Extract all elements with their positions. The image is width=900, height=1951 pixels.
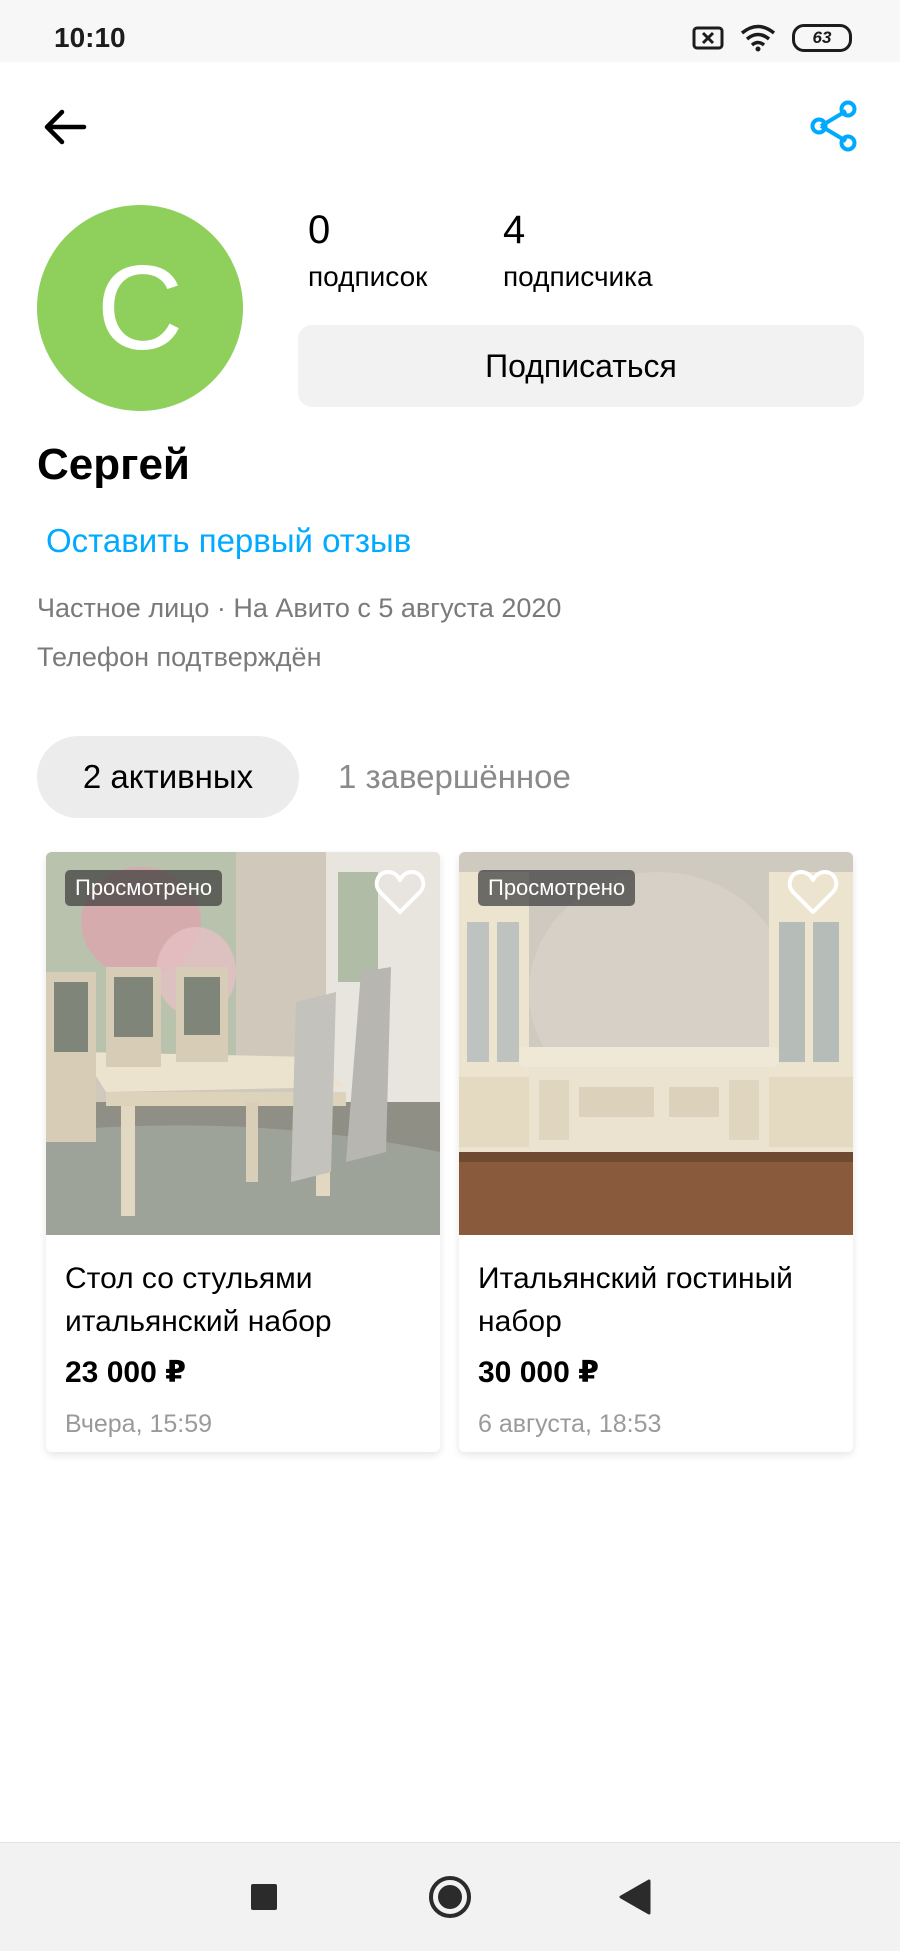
triangle-back-icon[interactable] — [605, 1867, 665, 1927]
viewed-badge: Просмотрено — [478, 870, 636, 906]
subscriptions-count: 0 — [308, 208, 331, 252]
seller-meta: Частное лицо · На Авито с 5 августа 2020 — [37, 593, 562, 623]
heart-outline-icon[interactable] — [374, 868, 426, 916]
leave-review-link[interactable]: Оставить первый отзыв — [46, 522, 411, 560]
status-time: 10:10 — [54, 22, 126, 53]
subscribe-button[interactable]: Подписаться — [298, 325, 864, 407]
listing-image: Просмотрено — [46, 852, 440, 1235]
square-icon[interactable] — [233, 1867, 293, 1927]
listing-price: 30 000 ₽ — [478, 1356, 599, 1389]
status-icons: 63 — [692, 24, 852, 52]
battery-indicator: 63 — [792, 24, 852, 52]
battery-level: 63 — [812, 28, 832, 47]
share-icon[interactable] — [806, 98, 862, 154]
listing-date: 6 августа, 18:53 — [478, 1410, 662, 1438]
listing-price: 23 000 ₽ — [65, 1356, 186, 1389]
status-bar: 10:10 63 — [0, 0, 900, 62]
heart-outline-icon[interactable] — [787, 868, 839, 916]
listing-date: Вчера, 15:59 — [65, 1410, 213, 1438]
listing-title: Итальянский гостиный набор — [478, 1262, 793, 1338]
avatar-letter: С — [96, 241, 184, 375]
avatar: С — [37, 205, 243, 411]
system-nav-bar — [0, 1842, 900, 1951]
followers-count: 4 — [503, 208, 526, 252]
listing-title: Стол со стульями итальянский набор — [65, 1262, 332, 1338]
arrow-left-icon[interactable] — [40, 102, 90, 152]
viewed-badge: Просмотрено — [65, 870, 223, 906]
subscriptions-stat[interactable]: 0 подписок — [308, 208, 427, 293]
followers-label: подписчика — [503, 261, 653, 292]
no-sim-icon — [692, 26, 724, 50]
circle-icon[interactable] — [420, 1867, 480, 1927]
wifi-icon — [740, 24, 776, 52]
listing-image: Просмотрено — [459, 852, 853, 1235]
tab-active-listings[interactable]: 2 активных — [37, 736, 299, 818]
followers-stat[interactable]: 4 подписчика — [503, 208, 653, 293]
subscriptions-label: подписок — [308, 261, 428, 292]
phone-verified-status: Телефон подтверждён — [37, 642, 322, 672]
listing-card[interactable]: Просмотрено Итальянский гостиный набор 3… — [459, 852, 853, 1452]
profile-name: Сергей — [37, 440, 190, 489]
tab-completed-listings[interactable]: 1 завершённое — [338, 736, 571, 818]
listing-card[interactable]: Просмотрено Стол со стульями итальянский… — [46, 852, 440, 1452]
